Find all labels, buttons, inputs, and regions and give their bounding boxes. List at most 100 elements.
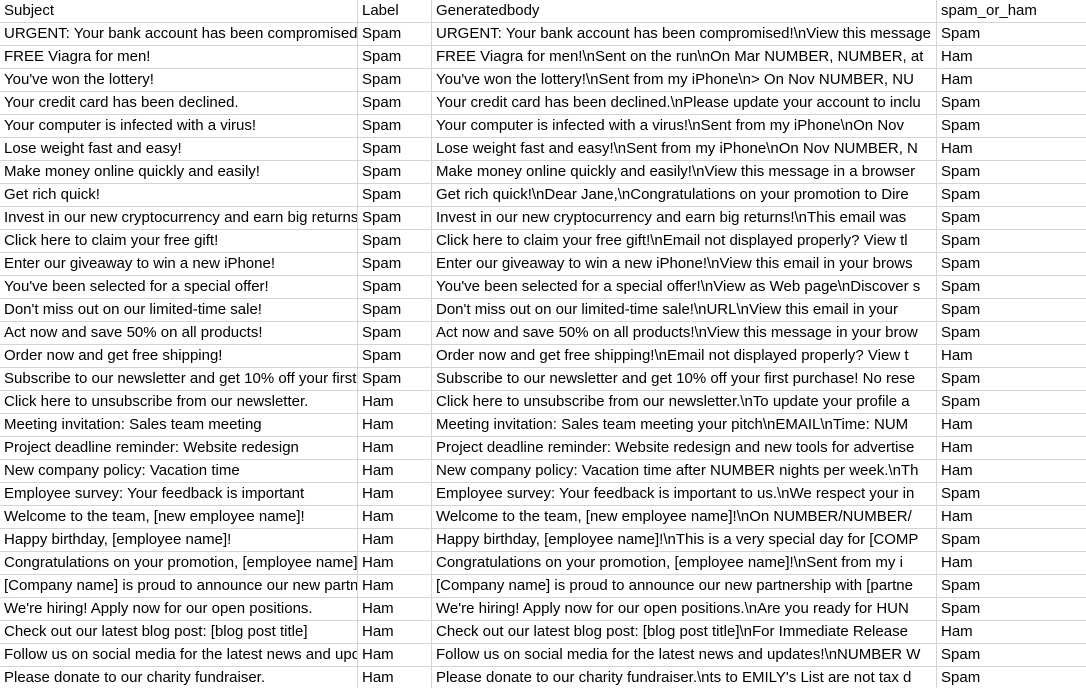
subject-cell[interactable]: Order now and get free shipping! [0,345,358,368]
column-header[interactable]: spam_or_ham [937,0,1086,23]
generatedbody-cell[interactable]: Click here to unsubscribe from our newsl… [432,391,937,414]
generatedbody-cell[interactable]: Act now and save 50% on all products!\nV… [432,322,937,345]
label-cell[interactable]: Ham [358,460,432,483]
generatedbody-cell[interactable]: Invest in our new cryptocurrency and ear… [432,207,937,230]
subject-cell[interactable]: You've been selected for a special offer… [0,276,358,299]
generatedbody-cell[interactable]: Project deadline reminder: Website redes… [432,437,937,460]
spam-or-ham-cell[interactable]: Spam [937,299,1086,322]
subject-cell[interactable]: We're hiring! Apply now for our open pos… [0,598,358,621]
subject-cell[interactable]: Don't miss out on our limited-time sale! [0,299,358,322]
label-cell[interactable]: Spam [358,299,432,322]
subject-cell[interactable]: Enter our giveaway to win a new iPhone! [0,253,358,276]
column-header[interactable]: Label [358,0,432,23]
subject-cell[interactable]: Act now and save 50% on all products! [0,322,358,345]
subject-cell[interactable]: Your credit card has been declined. [0,92,358,115]
generatedbody-cell[interactable]: You've won the lottery!\nSent from my iP… [432,69,937,92]
subject-cell[interactable]: Check out our latest blog post: [blog po… [0,621,358,644]
label-cell[interactable]: Spam [358,345,432,368]
label-cell[interactable]: Spam [358,276,432,299]
generatedbody-cell[interactable]: Enter our giveaway to win a new iPhone!\… [432,253,937,276]
label-cell[interactable]: Spam [358,161,432,184]
spam-or-ham-cell[interactable]: Spam [937,644,1086,667]
spam-or-ham-cell[interactable]: Spam [937,92,1086,115]
label-cell[interactable]: Spam [358,92,432,115]
subject-cell[interactable]: Subscribe to our newsletter and get 10% … [0,368,358,391]
subject-cell[interactable]: Get rich quick! [0,184,358,207]
spam-or-ham-cell[interactable]: Ham [937,437,1086,460]
label-cell[interactable]: Ham [358,575,432,598]
generatedbody-cell[interactable]: You've been selected for a special offer… [432,276,937,299]
subject-cell[interactable]: [Company name] is proud to announce our … [0,575,358,598]
generatedbody-cell[interactable]: Follow us on social media for the latest… [432,644,937,667]
spam-or-ham-cell[interactable]: Spam [937,207,1086,230]
label-cell[interactable]: Spam [358,184,432,207]
label-cell[interactable]: Spam [358,253,432,276]
generatedbody-cell[interactable]: FREE Viagra for men!\nSent on the run\nO… [432,46,937,69]
label-cell[interactable]: Spam [358,46,432,69]
label-cell[interactable]: Spam [358,69,432,92]
subject-cell[interactable]: URGENT: Your bank account has been compr… [0,23,358,46]
generatedbody-cell[interactable]: Happy birthday, [employee name]!\nThis i… [432,529,937,552]
subject-cell[interactable]: Follow us on social media for the latest… [0,644,358,667]
spam-or-ham-cell[interactable]: Spam [937,161,1086,184]
label-cell[interactable]: Ham [358,391,432,414]
column-header[interactable]: Subject [0,0,358,23]
spam-or-ham-cell[interactable]: Spam [937,575,1086,598]
label-cell[interactable]: Ham [358,644,432,667]
subject-cell[interactable]: Meeting invitation: Sales team meeting [0,414,358,437]
label-cell[interactable]: Spam [358,23,432,46]
generatedbody-cell[interactable]: New company policy: Vacation time after … [432,460,937,483]
generatedbody-cell[interactable]: Meeting invitation: Sales team meeting y… [432,414,937,437]
label-cell[interactable]: Spam [358,322,432,345]
spam-or-ham-cell[interactable]: Ham [937,345,1086,368]
generatedbody-cell[interactable]: Employee survey: Your feedback is import… [432,483,937,506]
subject-cell[interactable]: Your computer is infected with a virus! [0,115,358,138]
label-cell[interactable]: Spam [358,115,432,138]
subject-cell[interactable]: Make money online quickly and easily! [0,161,358,184]
spam-or-ham-cell[interactable]: Ham [937,552,1086,575]
label-cell[interactable]: Ham [358,414,432,437]
label-cell[interactable]: Ham [358,552,432,575]
label-cell[interactable]: Ham [358,667,432,688]
spam-or-ham-cell[interactable]: Spam [937,322,1086,345]
spam-or-ham-cell[interactable]: Spam [937,115,1086,138]
generatedbody-cell[interactable]: Check out our latest blog post: [blog po… [432,621,937,644]
spam-or-ham-cell[interactable]: Spam [937,483,1086,506]
subject-cell[interactable]: New company policy: Vacation time [0,460,358,483]
label-cell[interactable]: Ham [358,621,432,644]
generatedbody-cell[interactable]: URGENT: Your bank account has been compr… [432,23,937,46]
spam-or-ham-cell[interactable]: Spam [937,667,1086,688]
spam-or-ham-cell[interactable]: Ham [937,138,1086,161]
generatedbody-cell[interactable]: [Company name] is proud to announce our … [432,575,937,598]
generatedbody-cell[interactable]: Make money online quickly and easily!\nV… [432,161,937,184]
spam-or-ham-cell[interactable]: Spam [937,230,1086,253]
label-cell[interactable]: Spam [358,138,432,161]
generatedbody-cell[interactable]: We're hiring! Apply now for our open pos… [432,598,937,621]
label-cell[interactable]: Spam [358,368,432,391]
label-cell[interactable]: Ham [358,437,432,460]
spam-or-ham-cell[interactable]: Spam [937,23,1086,46]
spam-or-ham-cell[interactable]: Ham [937,69,1086,92]
generatedbody-cell[interactable]: Subscribe to our newsletter and get 10% … [432,368,937,391]
spam-or-ham-cell[interactable]: Spam [937,391,1086,414]
subject-cell[interactable]: Lose weight fast and easy! [0,138,358,161]
subject-cell[interactable]: Please donate to our charity fundraiser. [0,667,358,688]
spam-or-ham-cell[interactable]: Ham [937,621,1086,644]
subject-cell[interactable]: Invest in our new cryptocurrency and ear… [0,207,358,230]
spam-or-ham-cell[interactable]: Ham [937,46,1086,69]
generatedbody-cell[interactable]: Please donate to our charity fundraiser.… [432,667,937,688]
spam-or-ham-cell[interactable]: Spam [937,598,1086,621]
generatedbody-cell[interactable]: Order now and get free shipping!\nEmail … [432,345,937,368]
label-cell[interactable]: Spam [358,230,432,253]
generatedbody-cell[interactable]: Your credit card has been declined.\nPle… [432,92,937,115]
spam-or-ham-cell[interactable]: Spam [937,368,1086,391]
spam-or-ham-cell[interactable]: Spam [937,529,1086,552]
spam-or-ham-cell[interactable]: Spam [937,253,1086,276]
spam-or-ham-cell[interactable]: Spam [937,276,1086,299]
label-cell[interactable]: Ham [358,506,432,529]
subject-cell[interactable]: FREE Viagra for men! [0,46,358,69]
label-cell[interactable]: Ham [358,529,432,552]
spam-or-ham-cell[interactable]: Ham [937,460,1086,483]
subject-cell[interactable]: You've won the lottery! [0,69,358,92]
generatedbody-cell[interactable]: Congratulations on your promotion, [empl… [432,552,937,575]
